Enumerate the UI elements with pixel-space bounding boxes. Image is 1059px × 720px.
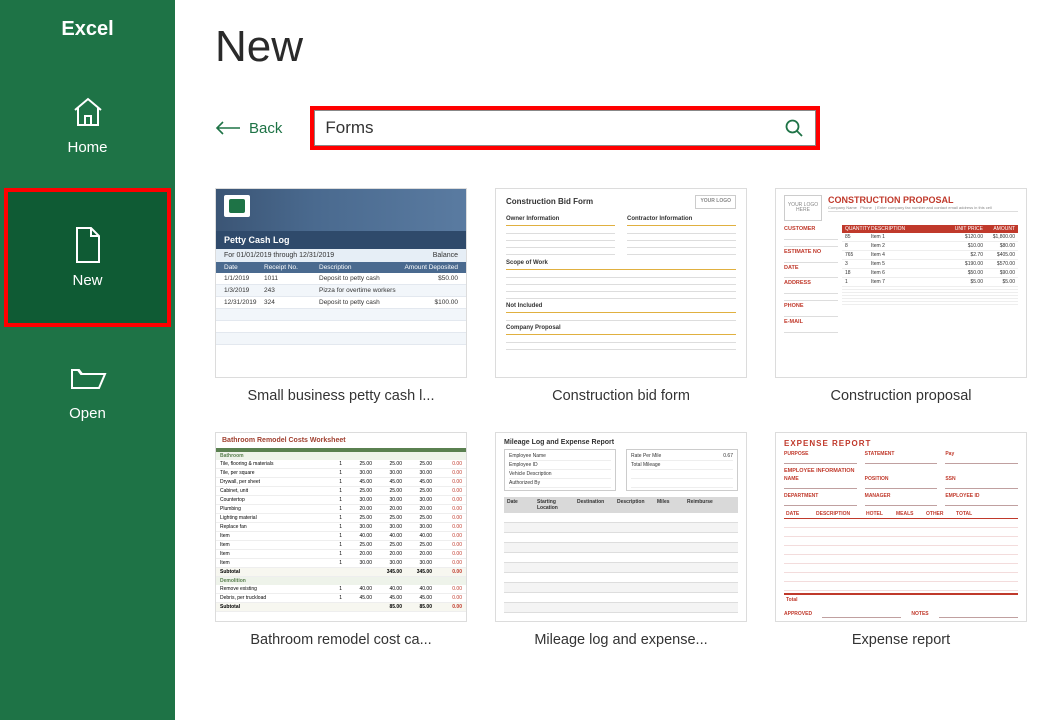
template-thumb: EXPENSE REPORT PURPOSESTATEMENTPay EMPLO…	[775, 432, 1027, 622]
template-label: Bathroom remodel cost ca...	[215, 632, 467, 648]
template-petty-cash[interactable]: Petty Cash Log For 01/01/2019 through 12…	[215, 188, 467, 404]
search-input[interactable]	[314, 110, 772, 146]
new-document-icon	[68, 226, 108, 264]
template-thumb: YOUR LOGO HERE CONSTRUCTION PROPOSALComp…	[775, 188, 1027, 378]
template-label: Mileage log and expense...	[495, 632, 747, 648]
template-thumb: Bathroom Remodel Costs Worksheet Bathroo…	[215, 432, 467, 622]
template-label: Small business petty cash l...	[215, 388, 467, 404]
template-thumb: Construction Bid FormYOUR LOGO Owner Inf…	[495, 188, 747, 378]
search-icon	[784, 118, 804, 138]
arrow-left-icon	[215, 121, 241, 135]
back-button[interactable]: Back	[215, 120, 282, 137]
search-button[interactable]	[772, 110, 816, 146]
template-bathroom-remodel[interactable]: Bathroom Remodel Costs Worksheet Bathroo…	[215, 432, 467, 648]
home-icon	[68, 93, 108, 131]
template-construction-bid[interactable]: Construction Bid FormYOUR LOGO Owner Inf…	[495, 188, 747, 404]
topbar: Back	[215, 106, 1019, 150]
template-label: Construction bid form	[495, 388, 747, 404]
nav-new[interactable]: New	[6, 190, 169, 325]
nav-home[interactable]: Home	[0, 79, 175, 170]
template-label: Expense report	[775, 632, 1027, 648]
nav-home-label: Home	[67, 139, 107, 156]
nav-open[interactable]: Open	[0, 345, 175, 436]
template-thumb: Petty Cash Log For 01/01/2019 through 12…	[215, 188, 467, 378]
folder-open-icon	[68, 359, 108, 397]
template-mileage-log[interactable]: Mileage Log and Expense Report Employee …	[495, 432, 747, 648]
template-expense-report[interactable]: EXPENSE REPORT PURPOSESTATEMENTPay EMPLO…	[775, 432, 1027, 648]
template-thumb: Mileage Log and Expense Report Employee …	[495, 432, 747, 622]
nav-open-label: Open	[69, 405, 106, 422]
app-title: Excel	[0, 18, 175, 41]
template-construction-proposal[interactable]: YOUR LOGO HERE CONSTRUCTION PROPOSALComp…	[775, 188, 1027, 404]
search-container	[310, 106, 820, 150]
main-content: New Back Petty Cash Log For 01/01/2019 t…	[175, 0, 1059, 720]
nav-new-label: New	[72, 272, 102, 289]
sidebar: Excel Home New Open	[0, 0, 175, 720]
template-label: Construction proposal	[775, 388, 1027, 404]
template-gallery: Petty Cash Log For 01/01/2019 through 12…	[215, 188, 1019, 648]
back-label: Back	[249, 120, 282, 137]
page-title: New	[215, 22, 1019, 72]
thumb-title: Petty Cash Log	[216, 231, 466, 249]
